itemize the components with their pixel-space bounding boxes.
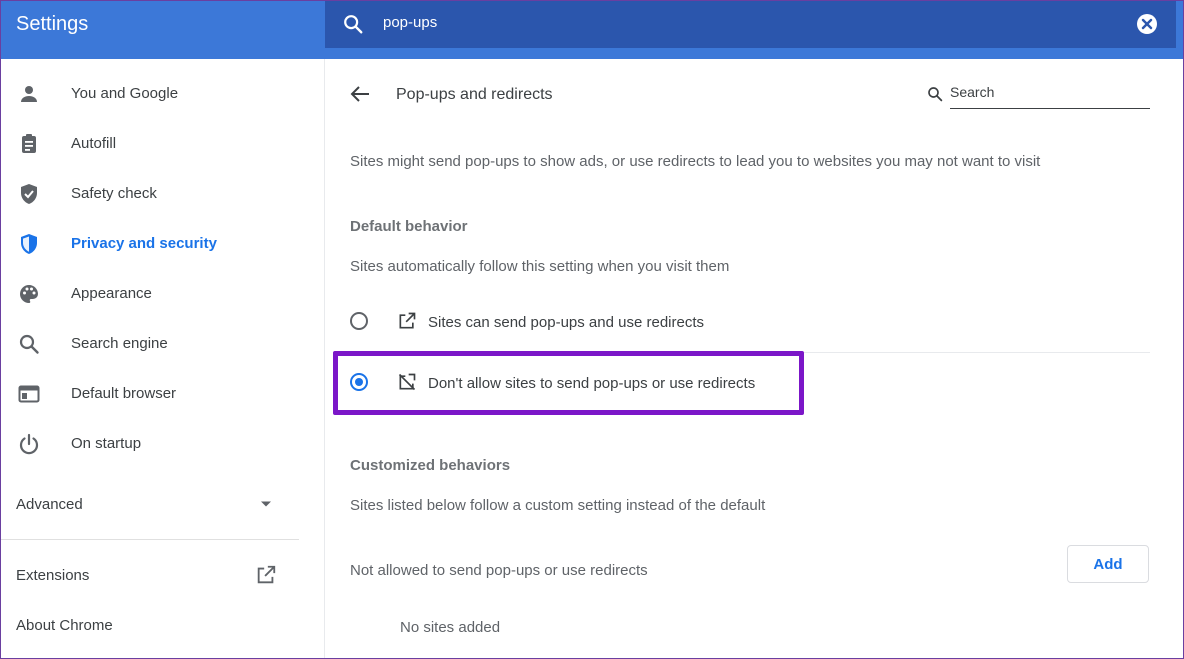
shield-check-icon bbox=[21, 184, 37, 204]
empty-list-message: No sites added bbox=[400, 619, 501, 636]
sidebar-item-safety-check[interactable]: Safety check bbox=[0, 174, 300, 214]
option-allow-popups[interactable]: Sites can send pop-ups and use redirects bbox=[350, 302, 1150, 342]
option-label: Sites can send pop-ups and use redirects bbox=[428, 314, 704, 331]
sidebar-item-on-startup[interactable]: On startup bbox=[0, 424, 300, 464]
sidebar-item-default-browser[interactable]: Default browser bbox=[0, 374, 300, 414]
sidebar-item-label: Autofill bbox=[71, 135, 117, 152]
search-query-text[interactable]: pop-ups bbox=[383, 14, 437, 31]
annotation-highlight-box bbox=[333, 351, 804, 415]
person-icon bbox=[21, 86, 37, 102]
add-button[interactable]: Add bbox=[1067, 545, 1149, 583]
radio-button[interactable] bbox=[350, 312, 368, 330]
settings-search-bar[interactable]: pop-ups bbox=[325, 0, 1176, 48]
search-icon bbox=[928, 87, 943, 102]
sidebar-advanced[interactable]: Advanced bbox=[16, 496, 83, 513]
search-input[interactable]: Search bbox=[950, 84, 1150, 109]
browser-icon bbox=[18, 385, 40, 403]
section-subtitle-default: Sites automatically follow this setting … bbox=[350, 258, 730, 275]
search-icon bbox=[344, 15, 363, 34]
sidebar-about-chrome[interactable]: About Chrome bbox=[16, 617, 113, 634]
section-heading-default: Default behavior bbox=[350, 218, 468, 235]
sidebar-item-label: Search engine bbox=[71, 335, 168, 352]
sidebar-item-label: Safety check bbox=[71, 185, 157, 202]
open-in-new-icon[interactable] bbox=[255, 564, 277, 586]
sidebar: You and Google Autofill Safety check Pri… bbox=[0, 59, 325, 659]
sidebar-item-label: You and Google bbox=[71, 85, 179, 102]
sidebar-item-privacy-and-security[interactable]: Privacy and security bbox=[0, 224, 300, 264]
power-icon bbox=[19, 433, 39, 455]
close-icon[interactable] bbox=[1137, 14, 1157, 34]
sidebar-item-search-engine[interactable]: Search engine bbox=[0, 324, 300, 364]
sidebar-divider bbox=[0, 539, 299, 540]
not-allowed-list-label: Not allowed to send pop-ups or use redir… bbox=[350, 562, 648, 579]
sidebar-item-label: Appearance bbox=[71, 285, 152, 302]
sidebar-item-label: Privacy and security bbox=[71, 235, 217, 252]
open-in-new-icon bbox=[399, 312, 416, 329]
shield-icon bbox=[21, 234, 37, 254]
section-subtitle-custom: Sites listed below follow a custom setti… bbox=[350, 497, 766, 514]
page-title: Pop-ups and redirects bbox=[396, 86, 553, 103]
sidebar-item-appearance[interactable]: Appearance bbox=[0, 274, 300, 314]
clipboard-icon bbox=[22, 134, 36, 153]
sidebar-item-label: Default browser bbox=[71, 385, 177, 402]
section-heading-custom: Customized behaviors bbox=[350, 457, 511, 474]
sidebar-extensions[interactable]: Extensions bbox=[16, 567, 89, 584]
back-arrow-icon[interactable] bbox=[350, 85, 370, 103]
sidebar-item-autofill[interactable]: Autofill bbox=[0, 124, 300, 164]
search-icon bbox=[19, 334, 39, 354]
palette-icon bbox=[20, 285, 38, 303]
sidebar-item-you-and-google[interactable]: You and Google bbox=[0, 74, 300, 114]
page-description: Sites might send pop-ups to show ads, or… bbox=[350, 153, 1041, 170]
chevron-down-icon[interactable] bbox=[260, 500, 272, 508]
header: Settings pop-ups bbox=[0, 0, 1184, 59]
sidebar-item-label: On startup bbox=[71, 435, 142, 452]
app-title: Settings bbox=[16, 13, 89, 35]
